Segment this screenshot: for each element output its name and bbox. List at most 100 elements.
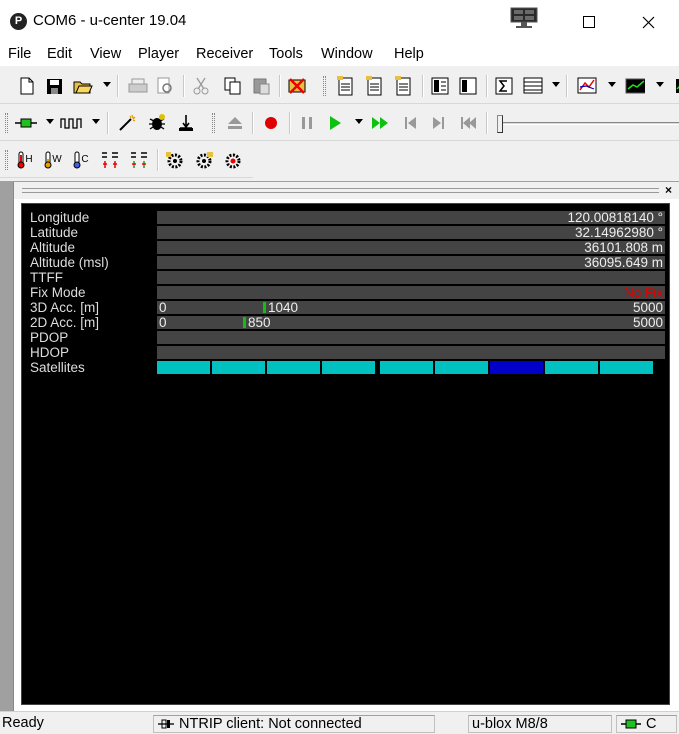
satellite-bar (490, 361, 543, 374)
statistics-icon[interactable] (494, 76, 514, 96)
menu-help[interactable]: Help (394, 46, 424, 62)
receiver-type: u-blox M8/8 (468, 715, 612, 733)
new-file-icon[interactable] (17, 76, 37, 96)
gauge-max: 5000 (632, 300, 663, 315)
histogram-dropdown-icon[interactable] (656, 82, 664, 87)
row-2d-accuracy: 2D Acc. [m] 0 850 5000 (22, 315, 671, 330)
row-ttff: TTFF (22, 270, 671, 285)
cold-start-label: C (81, 154, 89, 165)
step-back-icon[interactable] (400, 113, 420, 133)
hot-start-button[interactable]: H (13, 150, 37, 170)
eject-icon[interactable] (225, 113, 245, 133)
menu-file[interactable]: File (8, 46, 31, 62)
satellite-bar (600, 361, 653, 374)
maximize-button[interactable] (560, 0, 618, 44)
cold-start-button[interactable]: C (69, 150, 93, 170)
table-view-icon[interactable] (523, 76, 543, 96)
status-bar: Ready NTRIP client: Not connected u-blox… (0, 711, 679, 734)
receiver-status-icon[interactable] (394, 76, 414, 96)
play-dropdown-icon[interactable] (355, 119, 363, 124)
debug-bug-icon[interactable] (147, 113, 167, 133)
chart-view-icon[interactable] (577, 76, 597, 96)
open-folder-icon[interactable] (73, 76, 93, 96)
title-bar: P COM6 - u-center 19.04 (0, 0, 679, 44)
copy-icon[interactable] (223, 76, 243, 96)
row-label: Latitude (30, 225, 79, 240)
close-button[interactable] (619, 0, 677, 44)
app-logo-icon: P (10, 13, 27, 30)
data-panel: Longitude 120.00818140 ° Latitude 32.149… (21, 203, 670, 705)
play-icon[interactable] (325, 113, 345, 133)
window-title: COM6 - u-center 19.04 (33, 12, 187, 29)
toolbar-file (0, 68, 679, 104)
monitor-icon[interactable] (510, 7, 538, 29)
open-dropdown-icon[interactable] (103, 82, 111, 87)
ntrip-status[interactable]: NTRIP client: Not connected (153, 715, 435, 733)
child-title-bar[interactable]: × (14, 182, 679, 199)
pause-icon[interactable] (297, 113, 317, 133)
config-reset-gear-icon[interactable] (223, 150, 243, 170)
menu-window[interactable]: Window (321, 46, 373, 62)
status-ready: Ready (2, 715, 44, 731)
paste-icon[interactable] (251, 76, 271, 96)
value-field (157, 271, 665, 284)
connection-status-icon (621, 719, 641, 729)
warm-start-button[interactable]: W (41, 150, 65, 170)
antenna-icon[interactable] (176, 113, 196, 133)
row-label: TTFF (30, 270, 63, 285)
menu-edit[interactable]: Edit (47, 46, 72, 62)
separator (289, 112, 291, 134)
separator (183, 75, 185, 97)
toolbar-grip[interactable] (5, 150, 8, 170)
config-gear-icon[interactable] (165, 150, 185, 170)
record-icon[interactable] (261, 113, 281, 133)
menu-bar: File Edit View Player Receiver Tools Win… (0, 44, 679, 66)
separator (486, 112, 488, 134)
row-label: Altitude (30, 240, 76, 255)
cut-icon[interactable] (191, 76, 211, 96)
more-chart-icon[interactable] (670, 76, 679, 96)
save-icon[interactable] (44, 76, 64, 96)
rewind-start-icon[interactable] (458, 113, 478, 133)
value-field (157, 331, 665, 344)
packet-console-icon[interactable] (430, 76, 450, 96)
altitude-value: 36101.808 m (584, 240, 663, 255)
autobauding-wand-icon[interactable] (117, 113, 137, 133)
connection-status-text: C (646, 716, 657, 732)
print-icon[interactable] (128, 76, 148, 96)
receiver-config-icon[interactable] (365, 76, 385, 96)
slider-thumb[interactable] (497, 115, 503, 133)
menu-view[interactable]: View (90, 46, 121, 62)
connection-icon[interactable] (14, 113, 38, 133)
toolbar-grip[interactable] (5, 113, 8, 133)
binary-console-icon[interactable] (458, 76, 478, 96)
receiver-message-icon[interactable] (336, 76, 356, 96)
child-close-icon[interactable]: × (665, 183, 672, 197)
histogram-icon[interactable] (625, 76, 645, 96)
accuracy-2d-marker (243, 317, 246, 328)
baudrate-dropdown-icon[interactable] (92, 119, 100, 124)
table-dropdown-icon[interactable] (552, 82, 560, 87)
separator (422, 75, 424, 97)
fast-forward-icon[interactable] (371, 113, 391, 133)
toolbar-grip[interactable] (323, 76, 326, 96)
toolbar-grip[interactable] (212, 113, 215, 133)
row-pdop: PDOP (22, 330, 671, 345)
delete-icon[interactable] (287, 76, 307, 96)
connection-status[interactable]: C (616, 715, 677, 733)
menu-tools[interactable]: Tools (269, 46, 303, 62)
separator (486, 75, 488, 97)
connection-dropdown-icon[interactable] (46, 119, 54, 124)
config-save-gear-icon[interactable] (194, 150, 214, 170)
playback-slider[interactable] (495, 115, 679, 133)
step-forward-icon[interactable] (429, 113, 449, 133)
gnss-config2-icon[interactable] (129, 150, 149, 170)
chart-dropdown-icon[interactable] (608, 82, 616, 87)
baudrate-icon[interactable] (60, 113, 84, 133)
row-satellites: Satellites (22, 360, 671, 375)
gnss-config-icon[interactable] (100, 150, 120, 170)
menu-receiver[interactable]: Receiver (196, 46, 253, 62)
thermometer-cold-icon (73, 151, 81, 169)
print-preview-icon[interactable] (155, 76, 175, 96)
menu-player[interactable]: Player (138, 46, 179, 62)
